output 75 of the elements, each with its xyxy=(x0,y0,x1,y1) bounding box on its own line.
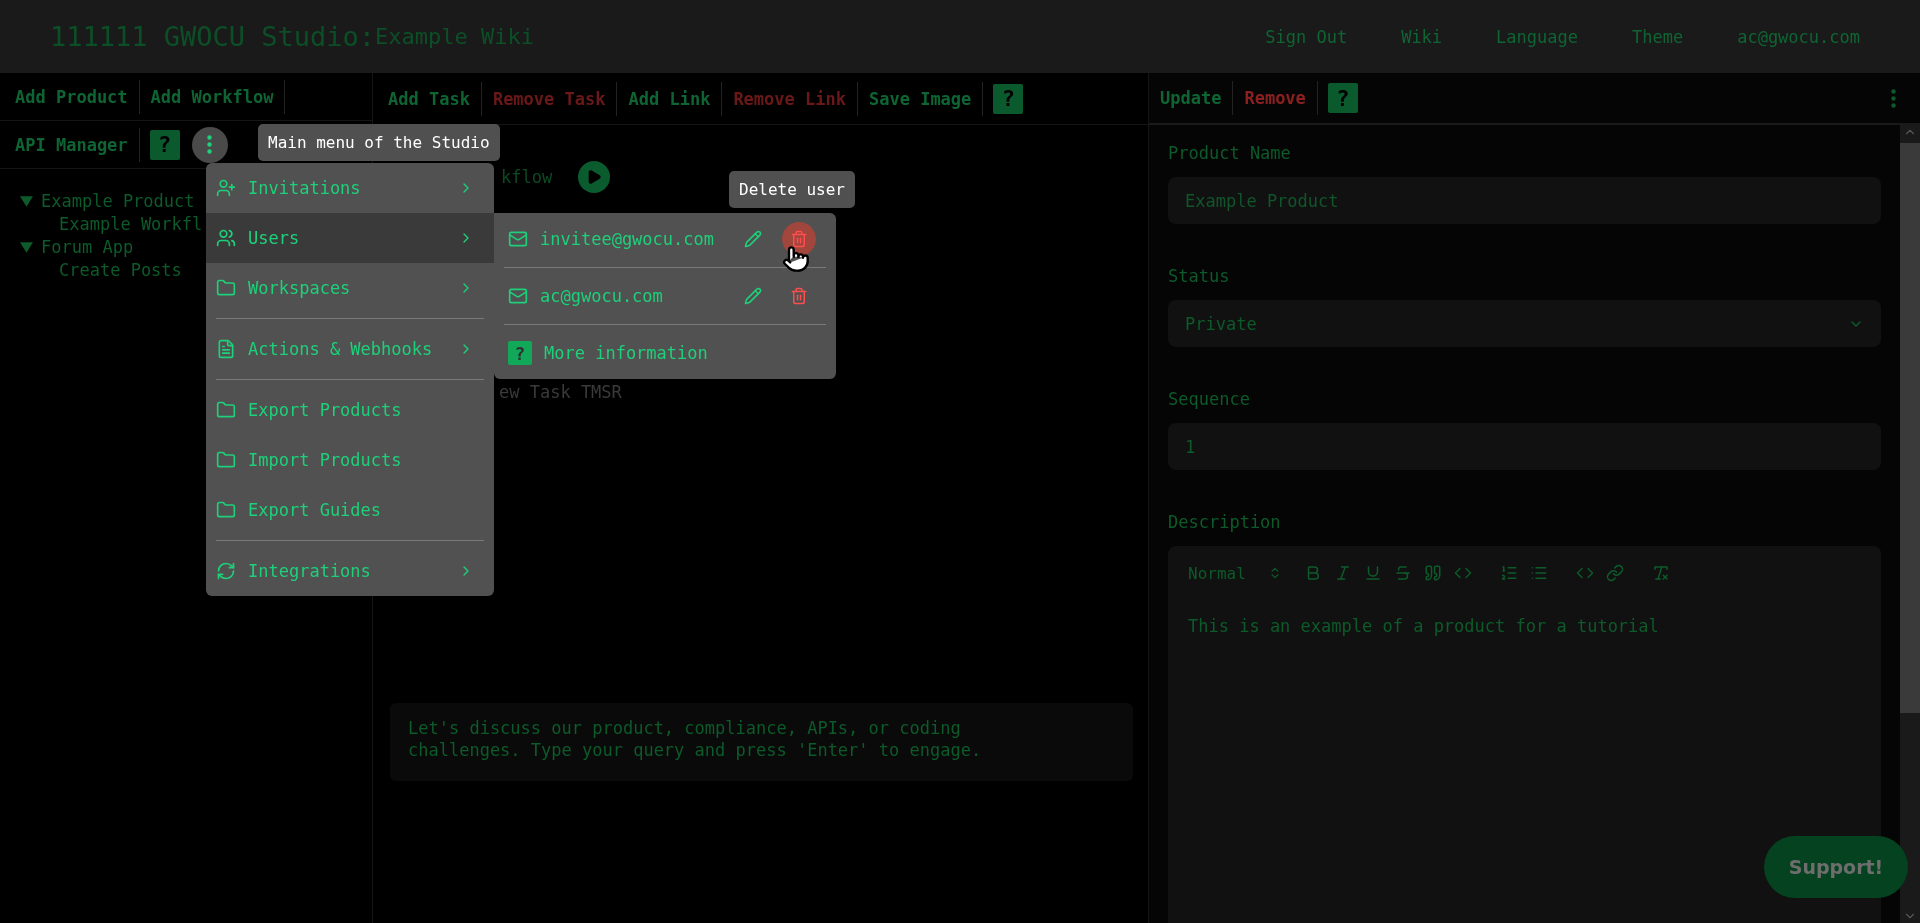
trash-icon xyxy=(790,287,808,305)
nav-link[interactable]: Language xyxy=(1496,26,1578,47)
help-button[interactable]: ? xyxy=(1327,83,1358,113)
pencil-icon xyxy=(744,287,762,305)
format-icon[interactable] xyxy=(1529,564,1548,582)
menu-item-icon xyxy=(216,228,236,248)
toolbar-button[interactable]: Add Link xyxy=(617,81,723,116)
nav-link[interactable]: Theme xyxy=(1632,26,1684,47)
play-icon xyxy=(586,169,602,185)
task-label: ew Task TMSR xyxy=(499,382,622,402)
text-field[interactable]: Example Product xyxy=(1168,177,1881,224)
menu-item[interactable]: Users xyxy=(206,213,494,263)
play-button[interactable] xyxy=(578,161,610,193)
format-icon[interactable] xyxy=(1651,564,1670,582)
menu-item[interactable]: Invitations xyxy=(206,163,494,213)
remove-button[interactable]: Remove xyxy=(1233,81,1318,115)
nav-link[interactable]: Wiki xyxy=(1401,26,1443,47)
field-label: Description xyxy=(1168,512,1282,532)
menu-item-icon xyxy=(216,178,236,198)
user-email: invitee@gwocu.com xyxy=(540,229,714,249)
tree-item[interactable]: Example Product xyxy=(41,191,195,211)
scrollbar[interactable] xyxy=(1900,125,1920,923)
toolbar-button[interactable]: API Manager xyxy=(4,127,140,162)
format-icon[interactable] xyxy=(1423,564,1442,582)
nav-link[interactable]: ac@gwocu.com xyxy=(1737,26,1860,47)
field-label: Status xyxy=(1168,266,1231,286)
menu-item-icon xyxy=(216,278,236,298)
format-icon[interactable] xyxy=(1605,564,1624,582)
menu-item[interactable]: Export Guides xyxy=(206,485,494,535)
pencil-icon xyxy=(744,230,762,248)
format-icon[interactable] xyxy=(1363,564,1382,582)
menu-item-icon xyxy=(216,561,236,581)
toolbar-button[interactable]: Add Product xyxy=(4,79,140,114)
format-icon[interactable] xyxy=(1393,564,1412,582)
tooltip: Delete user xyxy=(729,171,855,208)
toolbar-button[interactable]: Add Workflow xyxy=(139,79,286,114)
menu-item-icon xyxy=(216,450,236,470)
chat-input[interactable]: Let's discuss our product, compliance, APIs, or coding challenges. Type your query and press 'Enter' to engage. xyxy=(390,703,1133,781)
text-field[interactable]: 1 xyxy=(1168,423,1881,470)
tree-toggle-icon[interactable] xyxy=(20,194,33,208)
mail-icon xyxy=(508,229,528,249)
menu-item[interactable]: Integrations xyxy=(206,546,494,596)
status-select[interactable]: Private xyxy=(1168,300,1881,347)
support-button[interactable]: Support! xyxy=(1764,836,1908,898)
kebab-icon xyxy=(207,135,213,154)
toolbar-button[interactable]: Save Image xyxy=(857,81,984,116)
tree-toggle-icon[interactable] xyxy=(20,240,33,254)
tooltip: Main menu of the Studio xyxy=(258,124,500,161)
user-email: ac@gwocu.com xyxy=(540,286,663,306)
field-label: Sequence xyxy=(1168,389,1251,409)
toolbar-button[interactable]: Add Task xyxy=(377,81,482,116)
menu-item[interactable]: Export Products xyxy=(206,385,494,435)
tree-item[interactable]: Forum App xyxy=(41,237,134,257)
field-label: Product Name xyxy=(1168,143,1292,163)
mail-icon xyxy=(508,286,528,306)
menu-item[interactable]: Workspaces xyxy=(206,263,494,313)
hand-cursor-icon xyxy=(782,245,810,273)
nav-link[interactable]: Sign Out xyxy=(1265,26,1348,47)
format-select[interactable]: Normal xyxy=(1188,563,1292,583)
main-menu-button[interactable] xyxy=(191,126,228,163)
toolbar-button[interactable]: Update xyxy=(1149,81,1234,115)
menu-item-icon xyxy=(216,500,236,520)
help-icon: ? xyxy=(508,341,532,365)
format-icon[interactable] xyxy=(1499,564,1518,582)
menu-item[interactable]: Import Products xyxy=(206,435,494,485)
workflow-label: kflow xyxy=(501,167,553,187)
delete-button[interactable] xyxy=(782,222,816,256)
more-information-link[interactable]: More information xyxy=(544,343,708,363)
menu-item[interactable]: Actions & Webhooks xyxy=(206,324,494,374)
more-options-icon[interactable] xyxy=(1891,88,1896,108)
trash-icon xyxy=(790,230,808,248)
menu-item-icon xyxy=(216,339,236,359)
menu-item-icon xyxy=(216,400,236,420)
help-button[interactable]: ? xyxy=(993,83,1024,114)
help-button[interactable]: ? xyxy=(149,129,180,160)
